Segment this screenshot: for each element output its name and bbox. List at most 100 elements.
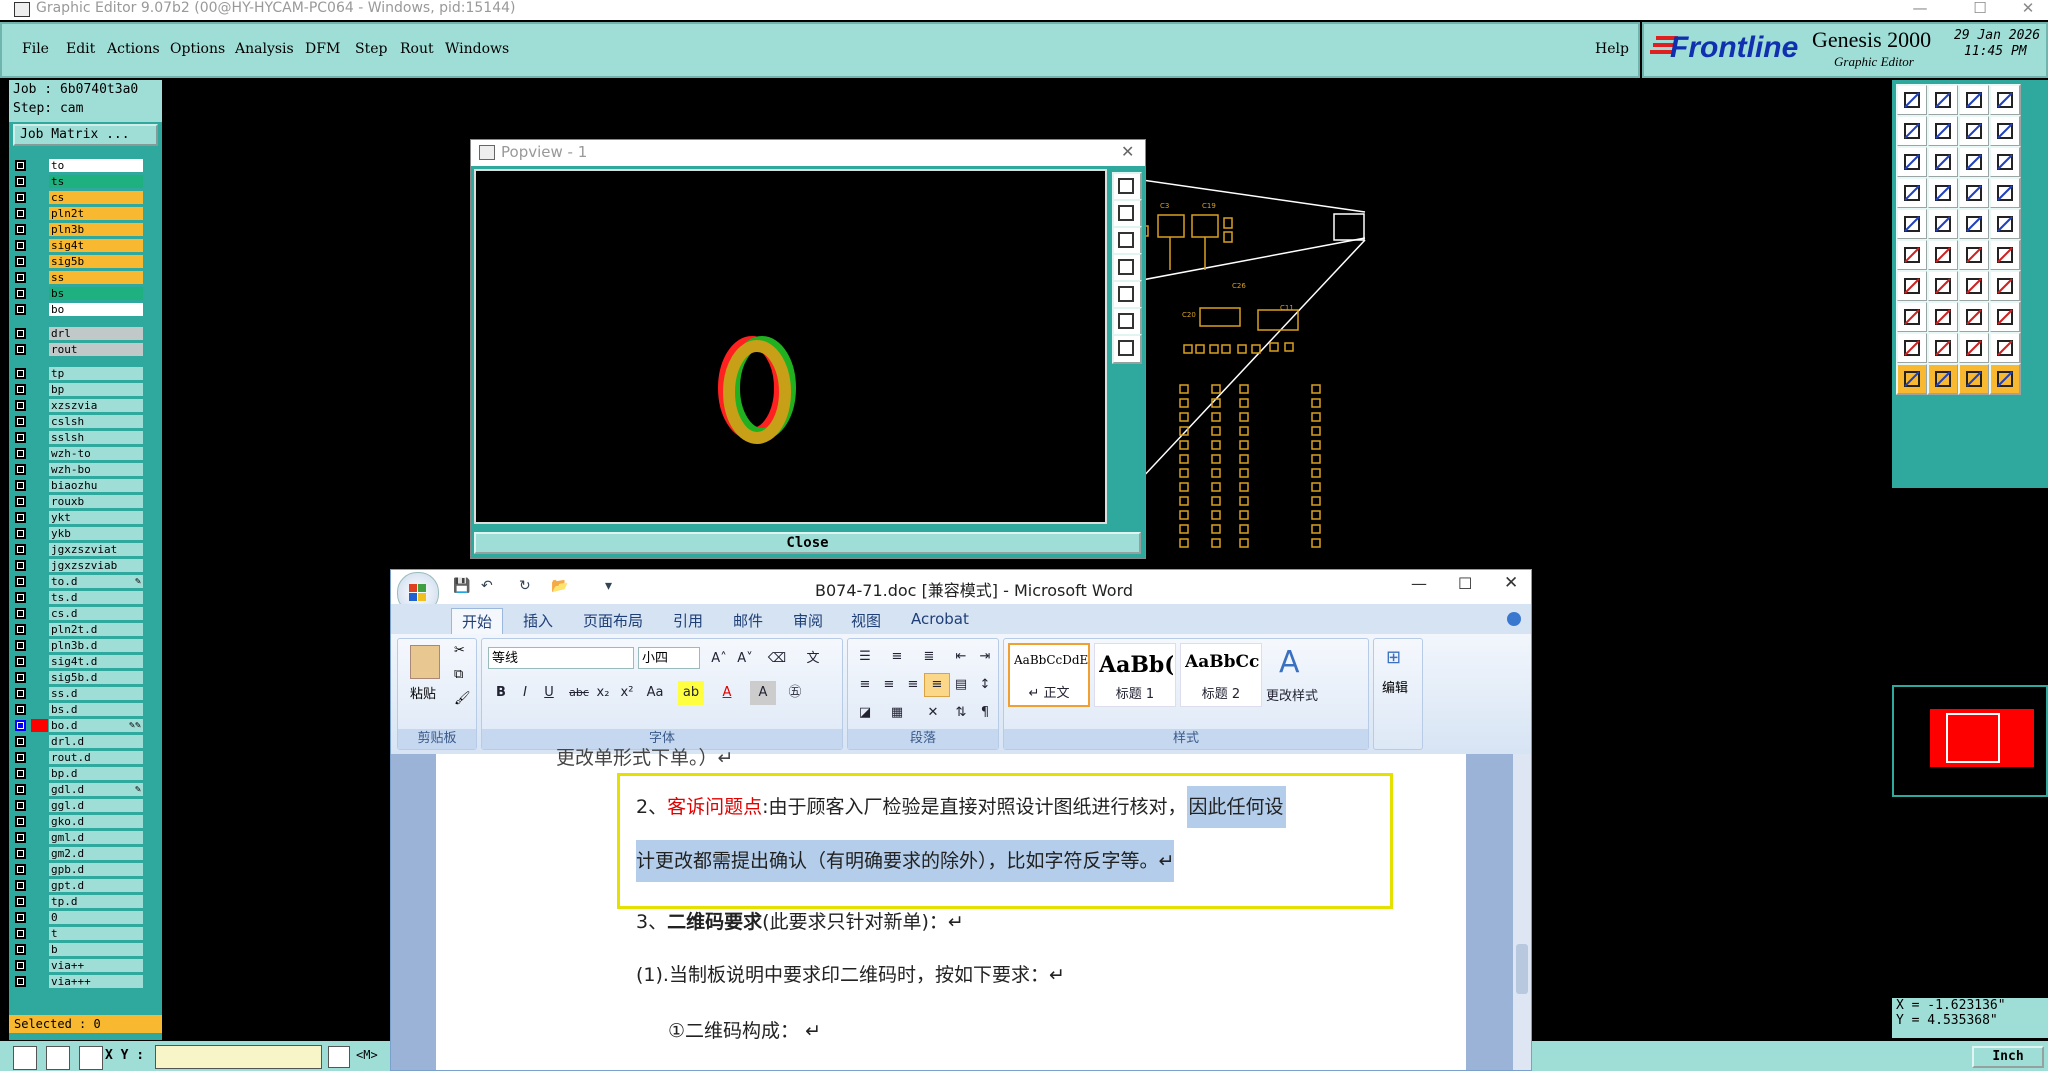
pointer2-tool-icon[interactable] <box>1927 363 1959 395</box>
tri2-tool-icon[interactable] <box>1927 332 1959 364</box>
copy-icon[interactable]: ⧉ <box>454 667 463 682</box>
layer-color-swatch[interactable] <box>31 271 48 284</box>
style-card[interactable]: AaBbCcDdEe ↵ 正文 <box>1008 643 1090 707</box>
menu-rout[interactable]: Rout <box>400 41 434 57</box>
menu-edit[interactable]: Edit <box>66 41 95 57</box>
layer-visibility-checkbox[interactable] <box>15 208 26 219</box>
layer-visibility-checkbox[interactable] <box>15 560 26 571</box>
layer-visibility-checkbox[interactable] <box>15 592 26 603</box>
layer-color-swatch[interactable] <box>31 607 48 620</box>
popview-close-icon[interactable]: ✕ <box>1121 140 1134 164</box>
layer-color-swatch[interactable] <box>31 751 48 764</box>
fit-tool-icon[interactable] <box>1896 146 1928 178</box>
layer-name[interactable]: cs.d <box>49 607 143 620</box>
brk-tool-icon[interactable] <box>1989 239 2021 271</box>
net2-tool-icon[interactable] <box>1958 239 1990 271</box>
show-marks-icon[interactable]: ¶ <box>972 701 998 725</box>
layer-visibility-checkbox[interactable] <box>15 608 26 619</box>
justify-icon[interactable]: ≡ <box>924 673 950 697</box>
paste-button[interactable]: 粘贴 <box>410 683 436 702</box>
layer-row[interactable]: cslsh <box>12 414 143 428</box>
layer-color-swatch[interactable] <box>31 255 48 268</box>
xy-input[interactable] <box>155 1045 322 1069</box>
tab-3[interactable]: 引用 <box>673 610 703 631</box>
layer-color-swatch[interactable] <box>31 943 48 956</box>
cut-icon[interactable]: ✂ <box>454 643 465 658</box>
shrink-font-icon[interactable]: A˅ <box>732 647 758 671</box>
layer-visibility-checkbox[interactable] <box>15 240 26 251</box>
layer-color-swatch[interactable] <box>31 543 48 556</box>
connect-tool-icon[interactable] <box>1896 239 1928 271</box>
menu-step[interactable]: Step <box>355 41 387 57</box>
layer-color-swatch[interactable] <box>31 343 48 356</box>
layer-color-swatch[interactable] <box>31 415 48 428</box>
layer-visibility-checkbox[interactable] <box>15 816 26 827</box>
menu-analysis[interactable]: Analysis <box>235 41 294 57</box>
layer-color-swatch[interactable] <box>31 847 48 860</box>
layer-color-swatch[interactable] <box>31 591 48 604</box>
align-center-icon[interactable]: ≡ <box>876 673 902 697</box>
layer-name[interactable]: gpt.d <box>49 879 143 892</box>
slash-tool-icon[interactable] <box>1927 270 1959 302</box>
layer-color-swatch[interactable] <box>31 655 48 668</box>
layer-visibility-checkbox[interactable] <box>15 160 26 171</box>
net-tool-icon[interactable] <box>1989 177 2021 209</box>
popview-canvas[interactable] <box>474 169 1107 524</box>
layer-row[interactable]: xzszvia <box>12 398 143 412</box>
layer-name[interactable]: via+++ <box>49 975 143 988</box>
tri4-tool-icon[interactable] <box>1989 332 2021 364</box>
layer-color-swatch[interactable] <box>31 447 48 460</box>
layer-row[interactable]: drl.d <box>12 734 143 748</box>
layer-color-swatch[interactable] <box>31 687 48 700</box>
layer-row[interactable]: bo <box>12 302 143 316</box>
layer-visibility-checkbox[interactable] <box>15 672 26 683</box>
move-tool-icon[interactable] <box>1896 115 1928 147</box>
layer-visibility-checkbox[interactable] <box>15 256 26 267</box>
layer-visibility-checkbox[interactable] <box>15 736 26 747</box>
format-painter-icon[interactable]: 🖌 <box>454 691 471 706</box>
layer-visibility-checkbox[interactable] <box>15 704 26 715</box>
layer-name[interactable]: pln3b <box>49 223 143 236</box>
cross-tool-icon[interactable] <box>1927 239 1959 271</box>
select-tool-icon[interactable] <box>1896 301 1928 333</box>
layer-row[interactable]: ss <box>12 270 143 284</box>
menu-file[interactable]: File <box>22 41 49 57</box>
layer-color-swatch[interactable] <box>31 207 48 220</box>
grid-icon[interactable] <box>79 1046 103 1070</box>
layer-color-swatch[interactable] <box>31 959 48 972</box>
layer-name[interactable]: gdl.d ✎ <box>49 783 143 796</box>
line-tool-icon[interactable] <box>1958 208 1990 240</box>
menu-options[interactable]: Options <box>170 41 225 57</box>
layer-row[interactable]: tp <box>12 366 143 380</box>
layer-color-swatch[interactable] <box>31 639 48 652</box>
change-styles-icon[interactable]: A <box>1279 645 1300 680</box>
strikethrough-icon[interactable]: abc <box>566 681 592 705</box>
change-styles-button[interactable]: 更改样式 <box>1266 685 1318 704</box>
layer-name[interactable]: wzh-bo <box>49 463 143 476</box>
diag-tool-icon[interactable] <box>1927 208 1959 240</box>
layer-row[interactable]: sslsh <box>12 430 143 444</box>
layer-name[interactable]: jgxzszviat <box>49 543 143 556</box>
layer-row[interactable]: bp.d <box>12 766 143 780</box>
layer-visibility-checkbox[interactable] <box>15 176 26 187</box>
layer-color-swatch[interactable] <box>31 703 48 716</box>
layer-visibility-checkbox[interactable] <box>15 192 26 203</box>
layer-row[interactable]: cs <box>12 190 143 204</box>
menu-actions[interactable]: Actions <box>107 41 160 57</box>
open-icon[interactable]: 📂 <box>551 578 568 594</box>
vertical-scrollbar[interactable] <box>1513 754 1531 1070</box>
layer-visibility-checkbox[interactable] <box>15 416 26 427</box>
layer-visibility-checkbox[interactable] <box>15 656 26 667</box>
probe-tool-icon[interactable] <box>1927 177 1959 209</box>
layer-visibility-checkbox[interactable] <box>15 368 26 379</box>
layer-row[interactable]: cs.d <box>12 606 143 620</box>
layer-visibility-checkbox[interactable] <box>15 944 26 955</box>
layer-visibility-checkbox[interactable] <box>15 928 26 939</box>
fit2-tool-icon[interactable] <box>1958 301 1990 333</box>
layer-visibility-checkbox[interactable] <box>15 864 26 875</box>
layer-color-swatch[interactable] <box>31 783 48 796</box>
layer-visibility-checkbox[interactable] <box>15 400 26 411</box>
layer-visibility-checkbox[interactable] <box>15 384 26 395</box>
borders-icon[interactable]: ▦ <box>884 701 910 725</box>
layer-name[interactable]: gm2.d <box>49 847 143 860</box>
